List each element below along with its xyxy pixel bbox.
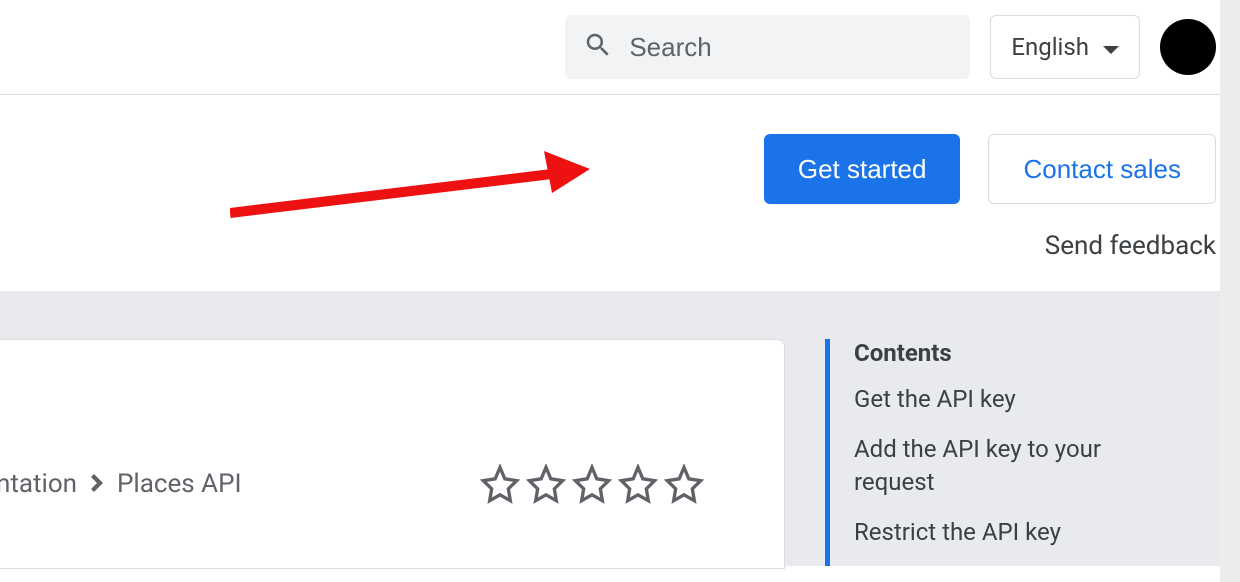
breadcrumb: ntation Places API — [0, 469, 242, 499]
breadcrumb-item[interactable]: ntation — [0, 469, 77, 499]
feedback-row: Send feedback — [0, 215, 1240, 291]
language-label: English — [1011, 33, 1089, 61]
contact-sales-button[interactable]: Contact sales — [988, 134, 1216, 204]
rating-stars[interactable] — [480, 464, 704, 504]
send-feedback-link[interactable]: Send feedback — [1045, 231, 1216, 261]
toc-item[interactable]: Add the API key to your request — [854, 433, 1155, 498]
toc-title: Contents — [854, 339, 1155, 367]
content-card: ntation Places API — [0, 339, 785, 569]
star-icon[interactable] — [618, 464, 658, 504]
chevron-right-icon — [91, 469, 103, 499]
chevron-down-icon — [1103, 33, 1119, 61]
get-started-button[interactable]: Get started — [764, 134, 961, 204]
cta-bar: Get started Contact sales — [0, 95, 1240, 215]
top-header: English — [0, 0, 1240, 95]
breadcrumb-item[interactable]: Places API — [117, 469, 242, 499]
language-selector[interactable]: English — [990, 15, 1140, 79]
search-input[interactable] — [629, 32, 952, 63]
star-icon[interactable] — [526, 464, 566, 504]
star-icon[interactable] — [572, 464, 612, 504]
search-icon — [583, 30, 613, 64]
toc-item[interactable]: Restrict the API key — [854, 516, 1155, 548]
scrollbar[interactable] — [1220, 0, 1240, 582]
star-icon[interactable] — [480, 464, 520, 504]
star-icon[interactable] — [664, 464, 704, 504]
table-of-contents: Contents Get the API key Add the API key… — [825, 339, 1155, 566]
toc-item[interactable]: Get the API key — [854, 383, 1155, 415]
main-content-area: ntation Places API Contents Get the API … — [0, 291, 1240, 566]
search-box[interactable] — [565, 15, 970, 79]
avatar[interactable] — [1160, 19, 1216, 75]
